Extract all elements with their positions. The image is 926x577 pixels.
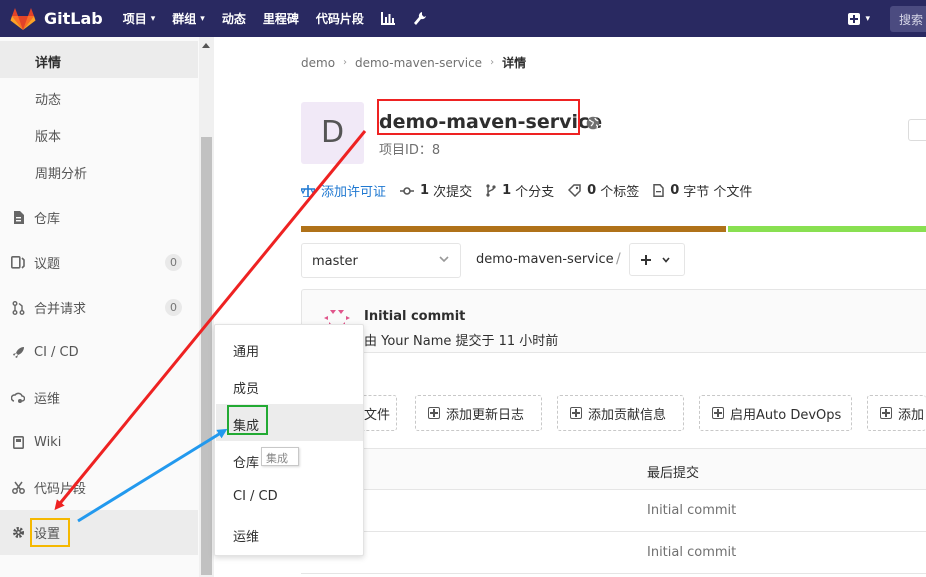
chart-icon[interactable] bbox=[380, 12, 395, 25]
chevron-down-icon: ▾ bbox=[865, 13, 870, 24]
chevron-right-icon: › bbox=[490, 57, 495, 68]
sidebar-item-releases[interactable]: 版本 bbox=[0, 115, 198, 152]
sidebar-scrollbar[interactable] bbox=[199, 37, 214, 577]
sidebar-item-wiki[interactable]: Wiki bbox=[0, 420, 198, 465]
sidebar-item-issues[interactable]: 议题 0 bbox=[0, 240, 198, 285]
plus-square-icon bbox=[570, 407, 582, 419]
scissors-icon bbox=[11, 481, 25, 495]
repository-language-bar bbox=[301, 226, 926, 232]
file-commit-message[interactable]: Initial commit bbox=[647, 545, 736, 560]
last-commit-column-header: 最后提交 bbox=[647, 466, 700, 481]
branch-selector[interactable]: master bbox=[301, 243, 461, 278]
language-segment-primary bbox=[301, 226, 726, 232]
sidebar-item-operations[interactable]: 运维 bbox=[0, 375, 198, 420]
flyout-item-operations[interactable]: 运维 bbox=[216, 515, 363, 552]
nav-projects[interactable]: 项目 ▾ bbox=[123, 10, 156, 27]
merge-request-icon bbox=[11, 300, 25, 315]
language-segment-secondary bbox=[728, 226, 926, 232]
breadcrumb-current[interactable]: 详情 bbox=[502, 54, 526, 71]
plus-square-icon bbox=[712, 407, 724, 419]
sidebar-item-details[interactable]: 详情 bbox=[0, 41, 198, 78]
gitlab-brand[interactable]: GitLab bbox=[44, 9, 103, 28]
files-size-link[interactable]: 0 字节 个文件 bbox=[653, 181, 752, 200]
settings-flyout-menu: 通用 成员 集成 仓库 CI / CD 运维 bbox=[214, 324, 364, 556]
chevron-down-icon: ▾ bbox=[200, 13, 205, 24]
breadcrumb: demo › demo-maven-service › 详情 bbox=[301, 54, 526, 71]
sidebar-item-cycle-analytics[interactable]: 周期分析 bbox=[0, 152, 198, 189]
sidebar-item-snippets[interactable]: 代码片段 bbox=[0, 465, 198, 510]
project-sidebar: 详情 动态 版本 周期分析 仓库 议题 0 合并请求 0 CI / CD 运维 … bbox=[0, 37, 214, 577]
project-id: 项目ID：8 bbox=[379, 143, 441, 158]
sidebar-item-repository[interactable]: 仓库 bbox=[0, 195, 198, 240]
file-table-header: 最后提交 bbox=[301, 448, 926, 490]
issues-icon bbox=[11, 256, 25, 270]
project-title-highlight bbox=[377, 99, 580, 135]
file-icon bbox=[653, 184, 664, 197]
merge-requests-count-badge: 0 bbox=[165, 299, 182, 316]
flyout-item-ci-cd[interactable]: CI / CD bbox=[216, 478, 363, 515]
breadcrumb-group[interactable]: demo bbox=[301, 56, 335, 70]
flyout-item-members[interactable]: 成员 bbox=[216, 367, 363, 404]
add-contributing-button[interactable]: 添加贡献信息 bbox=[557, 395, 684, 431]
notification-button[interactable] bbox=[908, 119, 926, 141]
integrations-highlight bbox=[227, 405, 268, 435]
sidebar-item-activity[interactable]: 动态 bbox=[0, 78, 198, 115]
flyout-item-general[interactable]: 通用 bbox=[216, 330, 363, 367]
add-changelog-button[interactable]: 添加更新日志 bbox=[415, 395, 542, 431]
enable-auto-devops-button[interactable]: 启用Auto DevOps bbox=[699, 395, 852, 431]
repo-path[interactable]: demo-maven-service bbox=[476, 252, 614, 267]
add-more-button[interactable]: 添加 bbox=[867, 395, 926, 431]
plus-icon bbox=[848, 12, 861, 25]
gitlab-logo-icon[interactable]: GitLab bbox=[10, 0, 123, 37]
chevron-down-icon bbox=[662, 256, 670, 263]
last-commit-panel: Initial commit 由 Your Name 提交于 11 小时前 bbox=[301, 289, 926, 353]
hover-tooltip: 集成 bbox=[261, 447, 299, 466]
book-icon bbox=[11, 436, 25, 450]
breadcrumb-project[interactable]: demo-maven-service bbox=[355, 56, 482, 70]
sidebar-item-ci-cd[interactable]: CI / CD bbox=[0, 330, 198, 375]
scrollbar-thumb[interactable] bbox=[201, 137, 212, 575]
plus-square-icon bbox=[880, 407, 892, 419]
sidebar-item-merge-requests[interactable]: 合并请求 0 bbox=[0, 285, 198, 330]
nav-milestones[interactable]: 里程碑 bbox=[263, 10, 299, 27]
table-row[interactable]: src Initial commit bbox=[301, 532, 926, 574]
tags-count-link[interactable]: 0 个标签 bbox=[568, 181, 639, 200]
chevron-down-icon: ▾ bbox=[150, 13, 156, 24]
file-commit-message[interactable]: Initial commit bbox=[647, 503, 736, 518]
scroll-up-arrow-icon[interactable] bbox=[202, 43, 210, 48]
plus-icon bbox=[641, 254, 651, 265]
nav-groups[interactable]: 群组 ▾ bbox=[172, 10, 205, 27]
globe-icon bbox=[586, 116, 600, 130]
plus-square-icon bbox=[428, 407, 440, 419]
path-separator: / bbox=[616, 251, 621, 267]
chevron-down-icon bbox=[439, 256, 449, 263]
commit-icon bbox=[400, 186, 415, 196]
search-input[interactable]: 搜索 bbox=[890, 5, 926, 32]
doc-icon bbox=[11, 211, 25, 225]
chevron-right-icon: › bbox=[343, 57, 348, 68]
license-icon bbox=[301, 184, 315, 197]
new-item-button[interactable]: ▾ bbox=[848, 12, 870, 25]
rocket-icon bbox=[11, 346, 25, 360]
commit-title[interactable]: Initial commit bbox=[364, 309, 465, 324]
project-avatar: D bbox=[301, 102, 364, 164]
gear-icon bbox=[11, 526, 25, 540]
settings-highlight bbox=[30, 518, 70, 547]
commits-count-link[interactable]: 1 次提交 bbox=[400, 181, 472, 200]
nav-snippets[interactable]: 代码片段 bbox=[316, 10, 364, 27]
commit-meta: 由 Your Name 提交于 11 小时前 bbox=[364, 334, 559, 349]
project-stats: 添加许可证 1 次提交 1 个分支 0 个标签 0 字节 个文件 bbox=[301, 181, 766, 200]
top-navbar: GitLab 项目 ▾ 群组 ▾ 动态 里程碑 代码片段 ▾ 搜索 bbox=[0, 0, 926, 37]
wrench-icon[interactable] bbox=[413, 11, 427, 26]
issues-count-badge: 0 bbox=[165, 254, 182, 271]
branch-icon bbox=[486, 184, 496, 197]
table-row[interactable]: ins Initial commit bbox=[301, 490, 926, 532]
nav-activity[interactable]: 动态 bbox=[222, 10, 246, 27]
branches-count-link[interactable]: 1 个分支 bbox=[486, 181, 554, 200]
cloud-gear-icon bbox=[11, 391, 25, 405]
add-license-link[interactable]: 添加许可证 bbox=[301, 181, 386, 200]
add-to-tree-button[interactable] bbox=[629, 243, 685, 276]
tag-icon bbox=[568, 184, 581, 197]
